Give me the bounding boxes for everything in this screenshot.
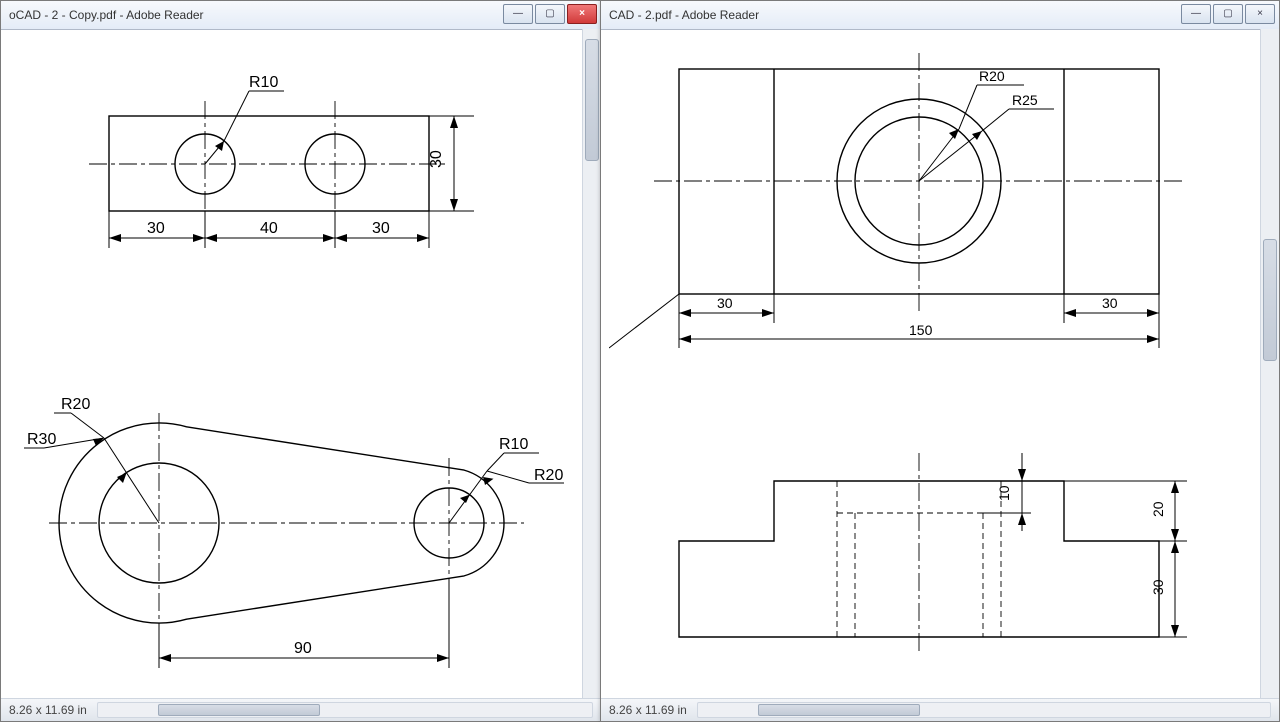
r20sm: R20 [534, 467, 563, 484]
right-titlebar[interactable]: CAD - 2.pdf - Adobe Reader — ▢ × [601, 1, 1279, 30]
r20-out: R20 [979, 68, 1005, 84]
right-vscrollbar[interactable] [1260, 29, 1279, 699]
r10sm: R10 [499, 436, 528, 453]
r25-in: R25 [1012, 92, 1038, 108]
pagesize-text: 8.26 x 11.69 in [9, 703, 87, 717]
span90: 90 [294, 640, 312, 657]
scroll-thumb[interactable] [758, 704, 920, 716]
seg30b: 30 [372, 220, 390, 237]
left-window: oCAD - 2 - Copy.pdf - Adobe Reader — ▢ × [0, 0, 602, 722]
right-hscrollbar[interactable] [697, 702, 1271, 718]
left-window-controls: — ▢ × [501, 4, 597, 24]
h30-label: 30 [428, 150, 445, 168]
step10: 10 [996, 485, 1012, 501]
right-window-controls: — ▢ × [1179, 4, 1275, 24]
minimize-button[interactable]: — [1181, 4, 1211, 24]
minimize-button[interactable]: — [503, 4, 533, 24]
left-page: R10 30 30 40 [9, 33, 579, 695]
r20big: R20 [61, 396, 90, 413]
scroll-thumb[interactable] [158, 704, 320, 716]
scroll-thumb[interactable] [1263, 239, 1277, 361]
right-title-text: CAD - 2.pdf - Adobe Reader [609, 8, 759, 22]
seg30a: 30 [147, 220, 165, 237]
close-button[interactable]: × [567, 4, 597, 24]
close-button[interactable]: × [1245, 4, 1275, 24]
maximize-button[interactable]: ▢ [1213, 4, 1243, 24]
top-view: R10 30 30 40 [89, 74, 474, 248]
maximize-button[interactable]: ▢ [535, 4, 565, 24]
left-statusbar: 8.26 x 11.69 in [1, 698, 601, 721]
right-window: CAD - 2.pdf - Adobe Reader — ▢ × [600, 0, 1280, 722]
left-titlebar[interactable]: oCAD - 2 - Copy.pdf - Adobe Reader — ▢ × [1, 1, 601, 30]
r30big: R30 [27, 431, 56, 448]
left-drawing: R10 30 30 40 [9, 33, 579, 695]
left-title-text: oCAD - 2 - Copy.pdf - Adobe Reader [9, 8, 204, 22]
left-vscrollbar[interactable] [582, 29, 601, 699]
pagesize-text: 8.26 x 11.69 in [609, 703, 687, 717]
right-drawing: R20 R25 30 30 [609, 33, 1257, 695]
w150: 150 [909, 322, 933, 338]
top-view-r: R20 R25 30 30 [609, 53, 1184, 348]
inset30r: 30 [1102, 295, 1118, 311]
scroll-thumb[interactable] [585, 39, 599, 161]
bottom-view-r: 10 20 30 [679, 453, 1187, 653]
seg40: 40 [260, 220, 278, 237]
right-page: R20 R25 30 30 [609, 33, 1257, 695]
h30: 30 [1150, 579, 1166, 595]
left-hscrollbar[interactable] [97, 702, 593, 718]
inset30l: 30 [717, 295, 733, 311]
right-statusbar: 8.26 x 11.69 in [601, 698, 1279, 721]
r10-label: R10 [249, 74, 278, 91]
bottom-view: R20 R30 R10 R20 [24, 396, 564, 668]
h20: 20 [1150, 501, 1166, 517]
